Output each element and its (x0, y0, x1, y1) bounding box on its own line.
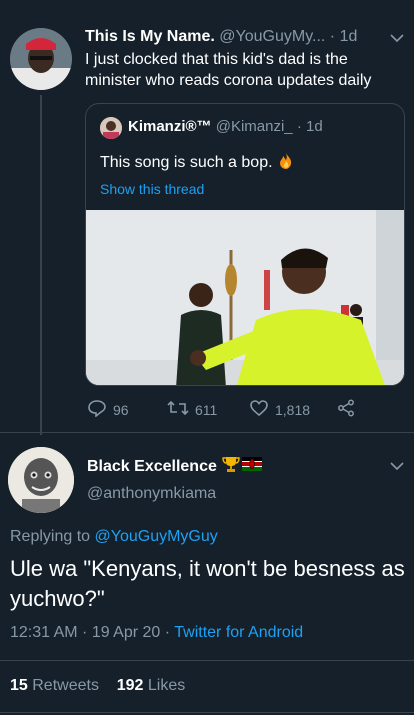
quoted-author-name: Kimanzi®™ (128, 118, 212, 135)
replying-prefix: Replying to (10, 528, 91, 545)
author-name[interactable]: This Is My Name. (85, 28, 215, 45)
retweets-label: Retweets (32, 677, 99, 694)
retweet-total: 15 (10, 677, 28, 694)
thread-line (40, 95, 42, 435)
reply-action[interactable]: 96 (87, 399, 129, 420)
reply-icon (87, 399, 113, 420)
fire-icon (277, 153, 295, 171)
retweet-action[interactable]: 611 (167, 399, 217, 420)
show-thread-link[interactable]: Show this thread (100, 181, 204, 197)
reply-author-name-row[interactable]: Black Excellence (87, 455, 262, 478)
quoted-text: This song is such a bop. (100, 152, 295, 172)
tweet-actions: 96 611 1,818 (85, 396, 405, 422)
reply-count: 96 (113, 401, 129, 418)
reply-stats: 15 Retweets 192 Likes (10, 677, 185, 695)
like-count: 1,818 (275, 401, 311, 418)
author-handle[interactable]: @YouGuyMy... (219, 28, 325, 45)
reply-author-handle[interactable]: @anthonymkiama (87, 485, 216, 503)
reply-meta: 12:31 AM · 19 Apr 20 · Twitter for Andro… (10, 624, 303, 642)
like-action[interactable]: 1,818 (249, 399, 310, 420)
heart-icon (249, 399, 275, 420)
quoted-time: · 1d (296, 118, 323, 135)
tweet-time[interactable]: · 1d (330, 28, 358, 45)
quoted-tweet[interactable]: Kimanzi®™ @Kimanzi_ · 1d This song is su… (85, 103, 405, 386)
like-total: 192 (116, 677, 144, 694)
chevron-down-icon[interactable] (390, 30, 404, 46)
reply-author-name[interactable]: Black Excellence (87, 458, 217, 476)
replying-mention[interactable]: @YouGuyMyGuy (95, 528, 218, 545)
divider (0, 660, 414, 661)
divider (0, 712, 414, 713)
video-thumbnail[interactable] (86, 210, 404, 385)
reply-timestamp: 12:31 AM · 19 Apr 20 · (10, 624, 171, 641)
reply-author-avatar[interactable] (8, 447, 74, 513)
tweet-text: I just clocked that this kid's dad is th… (85, 51, 372, 89)
quoted-header: Kimanzi®™ @Kimanzi_ · 1d (128, 118, 323, 135)
share-icon[interactable] (337, 399, 361, 417)
divider (0, 432, 414, 433)
chevron-down-icon[interactable] (390, 458, 404, 474)
quoted-author-avatar (100, 117, 122, 139)
trophy-icon (222, 455, 240, 478)
likes-label: Likes (147, 677, 186, 694)
kenya-flag-icon (241, 457, 262, 476)
author-avatar[interactable] (10, 28, 72, 90)
replying-to: Replying to @YouGuyMyGuy (10, 528, 218, 546)
quoted-text-content: This song is such a bop. (100, 154, 273, 171)
reply-source-link[interactable]: Twitter for Android (174, 624, 303, 641)
retweets-stat[interactable]: 15 Retweets (10, 677, 99, 694)
likes-stat[interactable]: 192 Likes (117, 677, 186, 694)
quoted-author-handle: @Kimanzi_ (215, 118, 293, 135)
reply-text: Ule wa "Kenyans, it won't be besness as … (10, 556, 405, 611)
retweet-count: 611 (195, 401, 218, 418)
retweet-icon (167, 399, 195, 420)
tweet[interactable]: This Is My Name. @YouGuyMy... · 1d I jus… (0, 0, 414, 435)
tweet-header: This Is My Name. @YouGuyMy... · 1d (85, 28, 405, 46)
